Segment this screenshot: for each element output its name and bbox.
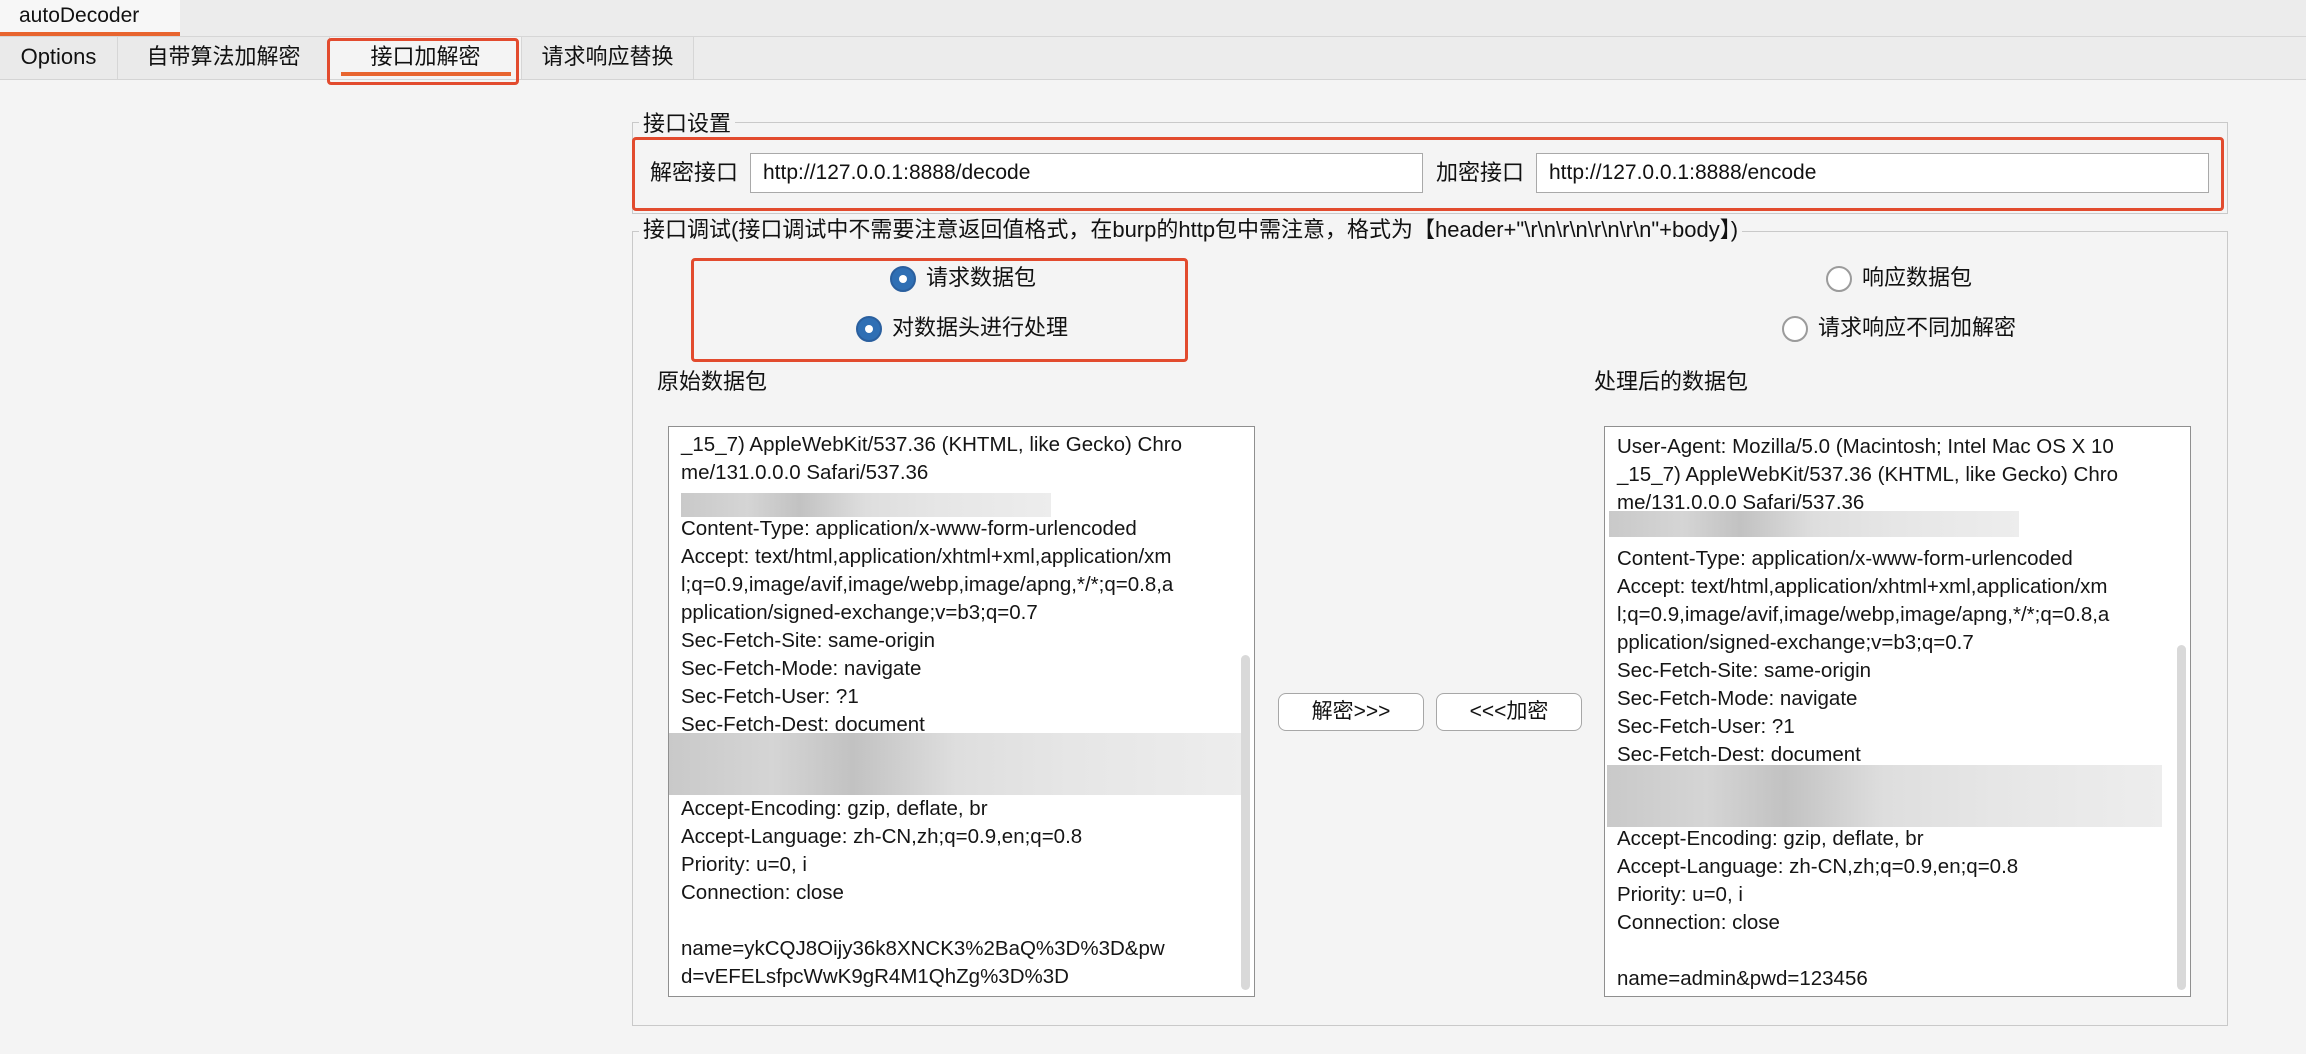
text-line: Sec-Fetch-Mode: navigate [681, 657, 922, 680]
text-line: Connection: close [681, 881, 844, 904]
interface-settings-legend: 接口设置 [639, 111, 736, 137]
text-line: Sec-Fetch-Mode: navigate [1617, 687, 1858, 710]
original-packet-textarea[interactable]: _15_7) AppleWebKit/537.36 (KHTML, like G… [668, 426, 1255, 997]
text-line: name=admin&pwd=123456 [1617, 967, 1868, 990]
scrollbar-thumb[interactable] [1241, 655, 1250, 990]
tab-options[interactable]: Options [0, 37, 118, 79]
decode-interface-label: 解密接口 [650, 160, 739, 185]
text-line: Accept-Encoding: gzip, deflate, br [681, 797, 988, 820]
text-line: me/131.0.0.0 Safari/537.36 [681, 461, 929, 484]
redacted-region [1609, 511, 2019, 537]
text-line: Sec-Fetch-Site: same-origin [681, 629, 936, 652]
radio-request-packet-label: 请求数据包 [926, 265, 1037, 290]
text-line: Content-Type: application/x-www-form-url… [1617, 547, 2073, 570]
text-line: Priority: u=0, i [1617, 883, 1743, 906]
tab-autodecoder[interactable]: autoDecoder [0, 0, 180, 36]
text-line: Accept-Encoding: gzip, deflate, br [1617, 827, 1924, 850]
tab-request-response-replace[interactable]: 请求响应替换 [522, 37, 694, 79]
text-line: pplication/signed-exchange;v=b3;q=0.7 [681, 601, 1038, 624]
processed-packet-label: 处理后的数据包 [1594, 369, 1749, 394]
radio-response-packet-label: 响应数据包 [1862, 265, 1973, 290]
text-line: Accept-Language: zh-CN,zh;q=0.9,en;q=0.8 [1617, 855, 2019, 878]
encode-interface-input[interactable] [1536, 153, 2209, 193]
text-line: Sec-Fetch-User: ?1 [681, 685, 859, 708]
text-line: Priority: u=0, i [681, 853, 807, 876]
redacted-region [669, 733, 1244, 795]
text-line: Connection: close [1617, 911, 1780, 934]
encrypt-button[interactable]: <<<加密 [1436, 693, 1582, 731]
processed-packet-textarea[interactable]: User-Agent: Mozilla/5.0 (Macintosh; Inte… [1604, 426, 2191, 997]
decrypt-button[interactable]: 解密>>> [1278, 693, 1424, 731]
redacted-region [1607, 765, 2162, 827]
text-line: Accept: text/html,application/xhtml+xml,… [681, 545, 1172, 568]
decode-interface-input[interactable] [750, 153, 1423, 193]
radio-different-crypto[interactable] [1782, 316, 1808, 342]
radio-different-crypto-label: 请求响应不同加解密 [1818, 315, 2017, 340]
text-line: d=vEFELsfpcWwK9gR4M1QhZg%3D%3D [681, 965, 1069, 988]
text-line: Content-Type: application/x-www-form-url… [681, 517, 1137, 540]
encode-interface-label: 加密接口 [1436, 160, 1525, 185]
text-line: _15_7) AppleWebKit/537.36 (KHTML, like G… [1617, 463, 2118, 486]
text-line: Accept-Language: zh-CN,zh;q=0.9,en;q=0.8 [681, 825, 1083, 848]
text-line: name=ykCQJ8Oijy36k8XNCK3%2BaQ%3D%3D&pw [681, 937, 1165, 960]
text-line: l;q=0.9,image/avif,image/webp,image/apng… [1617, 603, 2110, 626]
text-line: _15_7) AppleWebKit/537.36 (KHTML, like G… [681, 433, 1182, 456]
radio-process-header-label: 对数据头进行处理 [892, 315, 1069, 340]
scrollbar-thumb[interactable] [2177, 645, 2186, 990]
text-line: Accept: text/html,application/xhtml+xml,… [1617, 575, 2108, 598]
interface-debug-legend: 接口调试(接口调试中不需要注意返回值格式，在burp的http包中需注意，格式为… [639, 217, 1743, 243]
redacted-region [681, 493, 1051, 517]
text-line: Sec-Fetch-Site: same-origin [1617, 659, 1872, 682]
radio-response-packet[interactable] [1826, 266, 1852, 292]
text-line: pplication/signed-exchange;v=b3;q=0.7 [1617, 631, 1974, 654]
tab-builtin-crypto[interactable]: 自带算法加解密 [118, 37, 330, 79]
radio-process-header[interactable] [856, 316, 882, 342]
radio-request-packet[interactable] [890, 266, 916, 292]
text-line: Sec-Fetch-User: ?1 [1617, 715, 1795, 738]
original-packet-label: 原始数据包 [657, 369, 768, 394]
top-tab-strip [0, 0, 2306, 37]
highlight-box-tab [327, 38, 519, 85]
text-line: l;q=0.9,image/avif,image/webp,image/apng… [681, 573, 1174, 596]
text-line: User-Agent: Mozilla/5.0 (Macintosh; Inte… [1617, 435, 2114, 458]
